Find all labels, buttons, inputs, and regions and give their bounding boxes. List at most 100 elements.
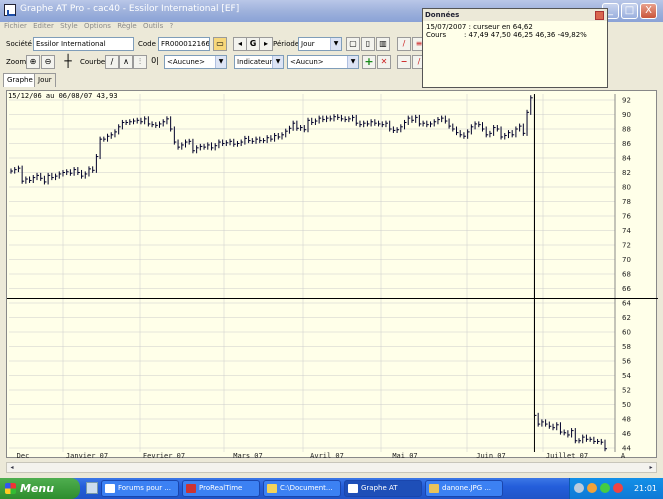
folder-icon: [267, 484, 277, 493]
task-label: Graphe AT: [361, 484, 398, 492]
indicateur2-value: <Aucun>: [290, 58, 324, 66]
quick-launch-icon[interactable]: [86, 482, 98, 494]
periode-value: Jour: [301, 40, 315, 48]
y-tick-label: 74: [622, 227, 631, 235]
y-tick-label: 90: [622, 111, 631, 119]
chart-canvas[interactable]: 92 90 88 86 84 82 80 78 76 74 72 70 68 66 64 62 60 58 56 54…: [7, 91, 658, 459]
maximize-button[interactable]: □: [621, 3, 638, 19]
tab-graphe[interactable]: Graphe: [3, 73, 37, 87]
window-title: Graphe AT Pro - cac40 - Essilor Internat…: [20, 4, 240, 14]
task-forums[interactable]: Forums pour ...: [101, 480, 179, 497]
y-tick-label: 54: [622, 372, 631, 380]
y-tick-label: 78: [622, 198, 631, 206]
menu-help[interactable]: ?: [169, 22, 173, 30]
courbe-label: Courbe: [80, 58, 106, 66]
crosshair-icon[interactable]: ┼: [61, 55, 75, 69]
menu-outils[interactable]: Outils: [143, 22, 163, 30]
bar-chart-icon[interactable]: ⫶: [133, 55, 147, 69]
menu-fichier[interactable]: Fichier: [4, 22, 27, 30]
menu-bar: Fichier Editer Style Options Règle Outil…: [0, 22, 420, 34]
x-tick-label: Mai 07: [392, 452, 417, 459]
task-label: ProRealTime: [199, 484, 243, 492]
chevron-down-icon: ▼: [215, 56, 226, 68]
browser-icon: [105, 484, 115, 493]
popup-cours-label: Cours: [426, 31, 447, 39]
zoom-label: Zoom: [6, 58, 27, 66]
y-tick-label: 82: [622, 169, 631, 177]
y-tick-label: 66: [622, 285, 631, 293]
app-icon: [348, 484, 358, 493]
x-tick-label: Juillet 07: [546, 452, 588, 459]
line-chart-icon[interactable]: ∕: [105, 55, 119, 69]
x-tick-label: Dec: [17, 452, 30, 459]
task-label: C:\Document...: [280, 484, 333, 492]
menu-options[interactable]: Options: [84, 22, 111, 30]
prev-arrow-icon[interactable]: ◂: [233, 37, 247, 51]
antivirus-icon[interactable]: [613, 483, 623, 493]
periode-select[interactable]: Jour ▼: [298, 37, 342, 51]
y-tick-label: 60: [622, 329, 631, 337]
pencil-icon[interactable]: /: [397, 37, 411, 51]
security-icon[interactable]: [587, 483, 597, 493]
remove-icon[interactable]: ✕: [377, 55, 391, 69]
view-double-icon[interactable]: ▯: [361, 37, 375, 51]
clock: 21:01: [633, 484, 657, 493]
zigzag-chart-icon[interactable]: ∧: [119, 55, 133, 69]
view-grid-icon[interactable]: ▥: [376, 37, 390, 51]
g-button[interactable]: G: [246, 37, 260, 51]
next-arrow-icon[interactable]: ▸: [259, 37, 273, 51]
y-tick-label: 70: [622, 256, 631, 264]
task-prorealtime[interactable]: ProRealTime: [182, 480, 260, 497]
x-tick-label: Avril 07: [310, 452, 344, 459]
task-label: danone.JPG ...: [442, 484, 492, 492]
zoom-out-icon[interactable]: ⊖: [41, 55, 55, 69]
scroll-right-icon[interactable]: ▸: [646, 463, 656, 472]
code-field[interactable]: FR0000121667: [158, 37, 210, 51]
zoom-in-icon[interactable]: ⊕: [26, 55, 40, 69]
indicateur-select[interactable]: Indicateur 1 ▼: [234, 55, 284, 69]
y-tick-label: 86: [622, 140, 631, 148]
price-chart[interactable]: 92 90 88 86 84 82 80 78 76 74 72 70 68 66 64 62 60 58 56 54…: [6, 90, 658, 459]
media-icon[interactable]: [600, 483, 610, 493]
menu-regle[interactable]: Règle: [117, 22, 137, 30]
start-button[interactable]: Menu: [0, 478, 80, 499]
menu-editer[interactable]: Editer: [33, 22, 54, 30]
scroll-left-icon[interactable]: ◂: [7, 463, 17, 472]
task-danone[interactable]: danone.JPG ...: [425, 480, 503, 497]
chevron-down-icon: ▼: [347, 56, 358, 68]
indicateur2-select[interactable]: <Aucun> ▼: [287, 55, 359, 69]
y-tick-label: 92: [622, 97, 631, 105]
app-icon: [4, 4, 16, 16]
y-tick-label: 88: [622, 126, 631, 134]
courbe-select[interactable]: <Aucune> ▼: [164, 55, 227, 69]
menu-style[interactable]: Style: [60, 22, 78, 30]
y-tick-label: 50: [622, 401, 631, 409]
popup-close-icon[interactable]: [595, 11, 604, 20]
y-tick-label: 62: [622, 314, 631, 322]
y-tick-label: 48: [622, 416, 631, 424]
candle-chart-icon[interactable]: 0|: [148, 55, 162, 69]
add-icon[interactable]: +: [362, 55, 376, 69]
tab-jour[interactable]: Jour: [34, 73, 56, 87]
x-tick-label: Janvier 07: [66, 452, 108, 459]
x-tick-label: Mars 07: [233, 452, 263, 459]
popup-cursor: curseur en 64,62: [473, 23, 533, 31]
network-icon[interactable]: [574, 483, 584, 493]
data-popup: Données 15/07/2007 : curseur en 64,62 Co…: [422, 8, 608, 88]
task-graphe-at[interactable]: Graphe AT: [344, 480, 422, 497]
close-button[interactable]: X: [640, 3, 657, 19]
folder-icon[interactable]: ▭: [213, 37, 227, 51]
societe-field[interactable]: Essilor International: [33, 37, 134, 51]
view-single-icon[interactable]: ▢: [346, 37, 360, 51]
y-tick-label: 72: [622, 242, 631, 250]
y-tick-label: 68: [622, 271, 631, 279]
code-label: Code: [138, 40, 156, 48]
start-label: Menu: [20, 482, 55, 495]
task-documents[interactable]: C:\Document...: [263, 480, 341, 497]
horizontal-scrollbar[interactable]: ◂ ▸: [6, 462, 657, 473]
minus-icon[interactable]: −: [397, 55, 411, 69]
y-tick-label: 52: [622, 387, 631, 395]
chart-date-range: 15/12/06 au 06/08/07 43,93: [8, 92, 118, 100]
x-tick-label: Fevrier 07: [143, 452, 185, 459]
popup-title: Données: [423, 9, 607, 21]
